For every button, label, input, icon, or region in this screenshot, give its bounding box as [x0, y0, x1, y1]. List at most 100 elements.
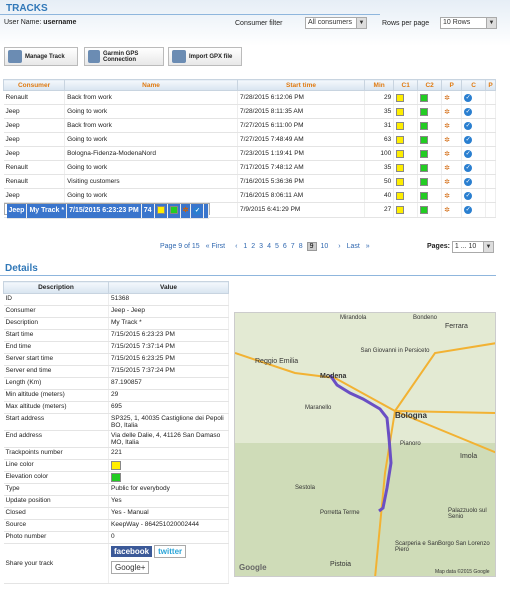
title-divider	[0, 14, 380, 15]
color-swatch	[420, 191, 429, 200]
page-link[interactable]: 1	[243, 243, 247, 250]
col-header[interactable]: C	[461, 79, 487, 91]
table-row[interactable]: Jeep Going to work 7/16/2015 8:06:11 AM 40 ✲…	[3, 188, 496, 203]
table-row[interactable]: Renault Back from work 7/28/2015 6:12:06 P…	[3, 90, 496, 105]
first-link[interactable]: « First	[206, 243, 229, 250]
col-header[interactable]: C2	[417, 79, 443, 91]
photo-cell[interactable]: ✲	[441, 90, 463, 105]
min-cell: 31	[364, 118, 395, 133]
page-link[interactable]: 8	[299, 243, 303, 250]
share-row: Share your track facebook twitter Google+	[3, 543, 229, 584]
page-link[interactable]: 5	[275, 243, 279, 250]
col-header[interactable]: P	[441, 79, 463, 91]
detail-row: Min altitude (meters) 29	[3, 389, 229, 402]
table-row[interactable]: Jeep My Track * 7/15/2015 6:23:23 PM 74 ✲ ✓	[3, 203, 211, 219]
twitter-button[interactable]: twitter	[154, 545, 187, 558]
photo-cell[interactable]: ✲	[441, 146, 463, 161]
detail-label: ID	[3, 293, 109, 306]
photo-cell[interactable]: ✲	[441, 174, 463, 189]
color-swatch	[420, 149, 429, 158]
detail-label: Line color	[3, 459, 109, 472]
col-header[interactable]: Name	[64, 79, 238, 91]
color-swatch	[420, 163, 429, 172]
table-row[interactable]: Jeep Bologna-Fidenza-ModenaNord 7/23/2015 …	[3, 146, 496, 161]
photo-cell[interactable]: ✲	[441, 160, 463, 175]
share-buttons: facebook twitter Google+	[108, 543, 229, 584]
detail-value: SP325, 1, 40035 Castiglione dei Pepoli B…	[108, 413, 229, 431]
rows-per-page-value: 10 Rows	[443, 19, 471, 26]
detail-label: Consumer	[3, 305, 109, 318]
col-header[interactable]: Consumer	[2, 79, 66, 91]
col-header[interactable]: C1	[393, 79, 419, 91]
pages-select[interactable]: 1 ... 10 ▼	[451, 241, 494, 253]
import-icon	[172, 50, 186, 63]
c1-cell	[393, 132, 419, 147]
user-label: User Name:	[4, 19, 42, 26]
col-header[interactable]: P	[485, 79, 496, 91]
table-row[interactable]: Jeep Going to work 7/27/2015 7:48:49 AM 63 ✲…	[3, 132, 496, 147]
min-cell: 100	[364, 146, 395, 161]
route-map[interactable]: Mirandola Bondeno Ferrara Reggio Emilia …	[234, 312, 496, 577]
p-cell	[485, 118, 496, 133]
col-header[interactable]: Start time	[236, 79, 366, 91]
detail-value: 29	[108, 389, 229, 402]
page-link[interactable]: 10	[321, 243, 329, 250]
import-gpx-button[interactable]: Import GPX file	[168, 47, 242, 66]
garmin-connection-button[interactable]: Garmin GPS Connection	[84, 47, 164, 66]
photo-cell[interactable]: ✲	[180, 204, 192, 219]
name-cell: Bologna-Fidenza-ModenaNord	[64, 146, 238, 161]
photo-cell[interactable]: ✲	[441, 188, 463, 203]
closed-cell[interactable]: ✓	[461, 104, 487, 119]
photo-cell[interactable]: ✲	[441, 118, 463, 133]
manage-track-button[interactable]: Manage Track	[4, 47, 78, 66]
color-swatch	[156, 205, 165, 214]
detail-value: 221	[108, 447, 229, 460]
table-row[interactable]: Jeep Back from work 7/27/2015 6:11:00 PM 31…	[3, 118, 496, 133]
page-link[interactable]: 7	[291, 243, 295, 250]
table-row[interactable]: Jeep Going to work 7/28/2015 8:11:35 AM 35 ✲…	[3, 104, 496, 119]
closed-cell[interactable]: ✓	[461, 146, 487, 161]
detail-value	[108, 471, 229, 484]
map-label: Ferrara	[445, 323, 468, 330]
google-plus-button[interactable]: Google+	[111, 561, 150, 574]
page-link[interactable]: 6	[283, 243, 287, 250]
prev-icon[interactable]: ‹	[235, 243, 237, 250]
manage-track-label: Manage Track	[25, 53, 65, 60]
page-link[interactable]: 2	[251, 243, 255, 250]
name-cell: Going to work	[64, 160, 238, 175]
people-icon: ✲	[444, 150, 450, 158]
detail-value	[108, 459, 229, 472]
closed-cell[interactable]: ✓	[461, 203, 487, 218]
map-label: Bondeno	[413, 315, 438, 321]
facebook-button[interactable]: facebook	[111, 546, 153, 557]
col-value: Value	[108, 281, 229, 294]
closed-cell[interactable]: ✓	[190, 204, 205, 219]
detail-value: 7/15/2015 7:37:24 PM	[108, 365, 229, 378]
closed-cell[interactable]: ✓	[461, 118, 487, 133]
closed-cell[interactable]: ✓	[461, 174, 487, 189]
page-link[interactable]: 3	[259, 243, 263, 250]
name-cell: Going to work	[64, 132, 238, 147]
details-header-row: Description Value	[3, 281, 229, 294]
table-row[interactable]: Renault Going to work 7/17/2015 7:48:12 AM…	[3, 160, 496, 175]
page-link[interactable]: 4	[267, 243, 271, 250]
color-swatch	[420, 121, 429, 130]
closed-cell[interactable]: ✓	[461, 132, 487, 147]
detail-label: Start time	[3, 329, 109, 342]
next-icon[interactable]: ›	[338, 243, 340, 250]
detail-row: ID 51368	[3, 293, 229, 306]
closed-cell[interactable]: ✓	[461, 90, 487, 105]
closed-cell[interactable]: ✓	[461, 188, 487, 203]
photo-cell[interactable]: ✲	[441, 132, 463, 147]
page-link[interactable]: 9	[306, 242, 317, 251]
table-row[interactable]: Renault Visiting customers 7/16/2015 5:36:…	[3, 174, 496, 189]
consumer-filter-select[interactable]: All consumers ▼	[305, 17, 367, 29]
col-header[interactable]: Min	[364, 79, 395, 91]
rows-per-page-select[interactable]: 10 Rows ▼	[440, 17, 497, 29]
closed-cell[interactable]: ✓	[461, 160, 487, 175]
photo-cell[interactable]: ✲	[441, 104, 463, 119]
last-link[interactable]: Last »	[347, 243, 370, 250]
photo-cell[interactable]: ✲	[441, 203, 463, 218]
detail-row: Photo number 0	[3, 531, 229, 544]
p-cell	[485, 174, 496, 189]
